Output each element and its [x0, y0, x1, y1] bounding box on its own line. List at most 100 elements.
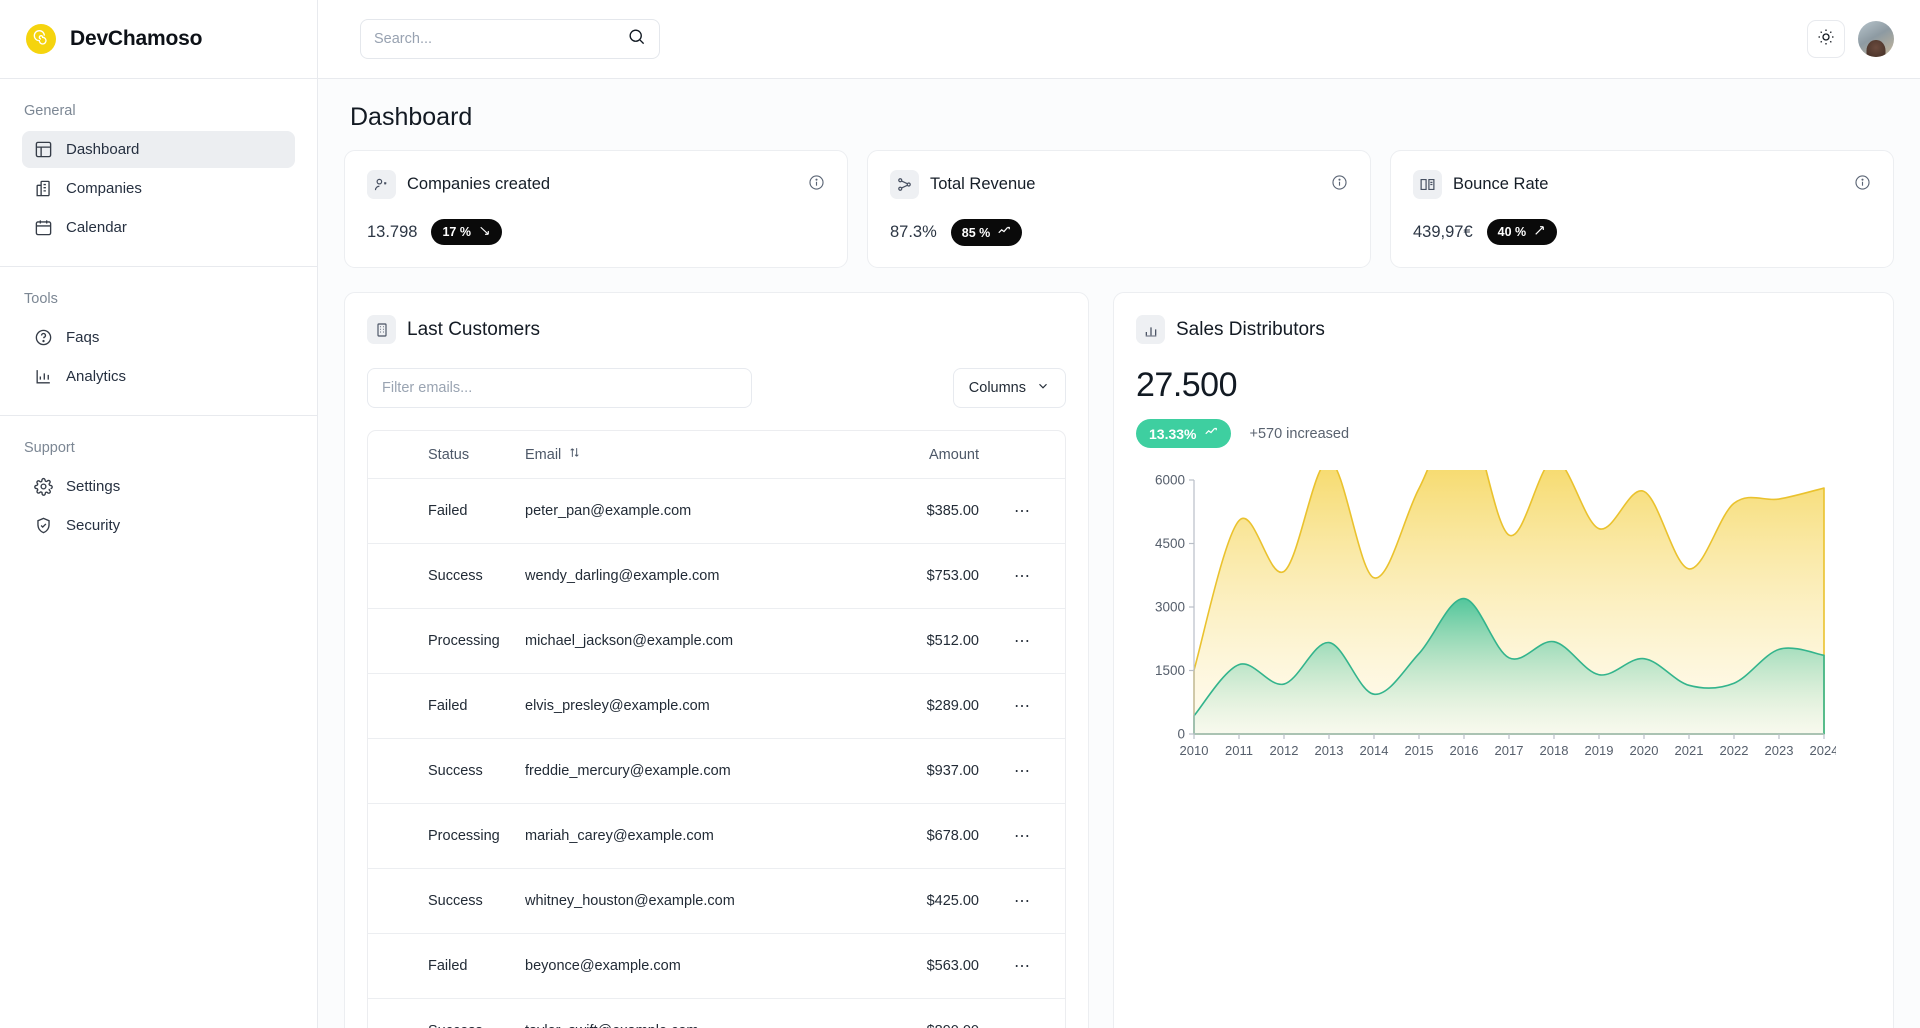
cell-email: michael_jackson@example.com	[525, 633, 734, 649]
sales-growth-percent: 13.33%	[1149, 425, 1197, 442]
columns-dropdown-button[interactable]: Columns	[952, 368, 1066, 408]
stat-card-badge-text: 85 %	[961, 225, 991, 240]
search-icon[interactable]	[627, 27, 646, 51]
svg-text:2018: 2018	[1540, 743, 1569, 758]
cell-email: beyonce@example.com	[525, 958, 681, 974]
sidebar-item-analytics[interactable]: Analytics	[22, 358, 295, 395]
stat-card-label: Bounce Rate	[1453, 175, 1549, 193]
column-header-email[interactable]: Email	[508, 446, 839, 463]
ellipsis-icon[interactable]: ⋯	[979, 1021, 1065, 1028]
panel-header: Sales Distributors	[1136, 315, 1871, 344]
svg-text:2015: 2015	[1405, 743, 1434, 758]
svg-text:0: 0	[1177, 727, 1185, 742]
sidebar-item-security[interactable]: Security	[22, 507, 295, 544]
cell-amount: $563.00	[926, 958, 979, 974]
sun-icon	[1817, 28, 1835, 51]
share-network-icon	[890, 170, 919, 199]
table-row[interactable]: Processing michael_jackson@example.com $…	[368, 609, 1065, 674]
ellipsis-icon[interactable]: ⋯	[979, 566, 1065, 586]
table-row[interactable]: Success wendy_darling@example.com $753.0…	[368, 544, 1065, 609]
sidebar-item-calendar[interactable]: Calendar	[22, 209, 295, 246]
table-row[interactable]: Success taylor_swift@example.com $890.00…	[368, 999, 1065, 1028]
shield-check-icon	[34, 516, 53, 535]
nav-group-title: Tools	[24, 291, 58, 307]
ellipsis-icon[interactable]: ⋯	[979, 891, 1065, 911]
cell-email: taylor_swift@example.com	[508, 1023, 839, 1028]
ellipsis-icon[interactable]: ⋯	[979, 696, 1065, 716]
svg-text:2023: 2023	[1765, 743, 1794, 758]
table-header-row: Status Email Amount	[368, 431, 1065, 479]
sidebar-item-faqs[interactable]: Faqs	[22, 319, 295, 356]
stat-card-total-revenue: Total Revenue 87.3% 85 %	[867, 150, 1371, 268]
cell-email: whitney_houston@example.com	[525, 893, 735, 909]
sales-area-chart: 0 1500 3000 4500 6000 2010 2011 2012 2013 2014 201…	[1136, 407, 1871, 775]
theme-toggle-button[interactable]	[1807, 20, 1845, 58]
stat-card-header: Companies created	[367, 170, 825, 199]
trending-up-icon	[997, 224, 1011, 241]
brand[interactable]: DevChamoso	[0, 0, 317, 79]
ellipsis-icon[interactable]: ⋯	[979, 631, 1065, 651]
table-controls: Columns	[367, 368, 1066, 408]
avatar[interactable]	[1858, 21, 1894, 57]
topbar	[318, 0, 1920, 79]
table-row[interactable]: Failed peter_pan@example.com $385.00 ⋯	[368, 479, 1065, 544]
filter-emails-input[interactable]	[367, 368, 752, 408]
nav-group-support: Support Settings Security	[0, 416, 317, 564]
status-badge: 17 %	[431, 219, 502, 245]
stat-card-bounce-rate: Bounce Rate 439,97€ 40 %	[1390, 150, 1894, 268]
stat-card-header: Bounce Rate	[1413, 170, 1871, 199]
stat-card-value: 87.3%	[890, 223, 937, 241]
search-input[interactable]	[374, 31, 627, 47]
sidebar-item-companies[interactable]: Companies	[22, 170, 295, 207]
info-icon[interactable]	[1331, 174, 1348, 196]
ellipsis-icon[interactable]: ⋯	[979, 501, 1065, 521]
svg-text:2020: 2020	[1630, 743, 1659, 758]
cell-amount: $385.00	[926, 503, 979, 519]
ellipsis-icon[interactable]: ⋯	[979, 826, 1065, 846]
status-badge: 40 %	[1486, 219, 1558, 245]
cell-status: Processing	[428, 828, 500, 844]
table-row[interactable]: Success freddie_mercury@example.com $937…	[368, 739, 1065, 804]
cell-status: Success	[428, 568, 483, 584]
column-header-amount: Amount	[929, 446, 979, 463]
cell-email: freddie_mercury@example.com	[525, 763, 731, 779]
sidebar-item-dashboard[interactable]: Dashboard	[22, 131, 295, 168]
stat-card-value: 439,97€	[1413, 222, 1473, 241]
cell-status: Failed	[428, 698, 468, 714]
table-row[interactable]: Success whitney_houston@example.com $425…	[368, 869, 1065, 934]
sidebar: DevChamoso General Dashboard Companies C…	[0, 0, 318, 1028]
calendar-icon	[34, 218, 53, 237]
sidebar-item-settings[interactable]: Settings	[22, 468, 295, 505]
table-row[interactable]: Failed elvis_presley@example.com $289.00…	[368, 674, 1065, 739]
info-icon[interactable]	[1854, 174, 1871, 196]
column-header-email-label: Email	[525, 446, 562, 463]
stat-card-companies-created: Companies created 13.798 17 %	[344, 150, 848, 268]
sidebar-item-label: Calendar	[66, 219, 127, 236]
stat-card-body: 87.3% 85 %	[890, 219, 1348, 246]
sales-subtitle: +570 increased	[1249, 425, 1350, 442]
nav-group-general: General Dashboard Companies Calendar	[0, 79, 317, 267]
bar-chart-icon	[1136, 315, 1165, 344]
ellipsis-icon[interactable]: ⋯	[979, 761, 1065, 781]
brand-name: DevChamoso	[70, 27, 203, 50]
cell-amount: $937.00	[926, 763, 979, 779]
panel-title: Sales Distributors	[1176, 318, 1325, 340]
table-row[interactable]: Processing mariah_carey@example.com $678…	[368, 804, 1065, 869]
dashboard-app: DevChamoso General Dashboard Companies C…	[0, 0, 1920, 1028]
search-box[interactable]	[360, 19, 660, 59]
svg-text:2019: 2019	[1585, 743, 1614, 758]
ellipsis-icon[interactable]: ⋯	[979, 956, 1065, 976]
cell-amount: $289.00	[926, 698, 979, 714]
cell-email: elvis_presley@example.com	[525, 698, 710, 714]
stat-card-header: Total Revenue	[890, 170, 1348, 199]
customers-table: Status Email Amount Failed peter_pan@exa…	[367, 430, 1066, 1028]
help-circle-icon	[34, 328, 53, 347]
table-row[interactable]: Failed beyonce@example.com $563.00 ⋯	[368, 934, 1065, 999]
cell-status: Success	[428, 893, 483, 909]
user-check-icon	[367, 170, 396, 199]
svg-text:2022: 2022	[1720, 743, 1749, 758]
info-icon[interactable]	[808, 174, 825, 196]
sales-total-value: 27.500	[1136, 366, 1238, 404]
stat-card-body: 13.798 17 %	[367, 219, 825, 245]
sort-updown-icon[interactable]	[568, 446, 581, 463]
